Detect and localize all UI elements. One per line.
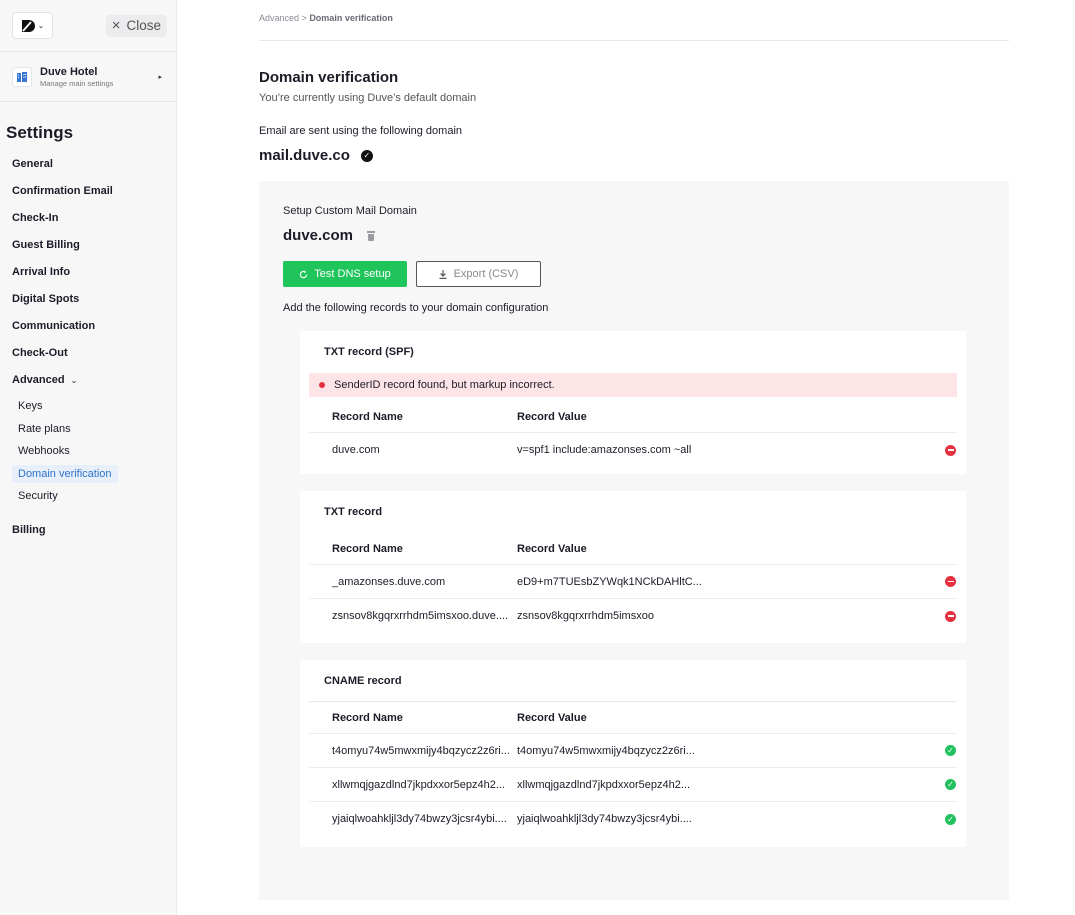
trash-icon[interactable]: [367, 230, 376, 241]
duve-logo-icon: [21, 19, 35, 32]
cname-card-title: CNAME record: [309, 660, 957, 702]
nav-subitem-webhooks[interactable]: Webhooks: [0, 440, 176, 463]
col-header-value: Record Value: [517, 711, 587, 724]
col-header-value: Record Value: [517, 542, 587, 555]
record-name: _amazonses.duve.com: [332, 575, 446, 588]
action-buttons: Test DNS setup Export (CSV): [283, 261, 985, 287]
record-value: zsnsov8kgqrxrrhdm5imsxoo: [517, 610, 654, 622]
spf-alert-text: SenderID record found, but markup incorr…: [334, 379, 555, 391]
record-value: v=spf1 include:amazonses.com ~all: [517, 444, 692, 456]
chevron-right-icon: ▸: [158, 74, 162, 81]
col-header-value: Record Value: [517, 410, 587, 423]
nav-item-advanced-label: Advanced: [12, 374, 65, 386]
nav-subitem-rate-plans[interactable]: Rate plans: [0, 418, 176, 441]
page-subtitle: You’re currently using Duve’s default do…: [259, 92, 477, 104]
record-value: t4omyu74w5mwxmijy4bqzycz2z6ri...: [517, 744, 695, 757]
record-name: yjaiqlwoahkljl3dy74bwzy3jcsr4ybi....: [332, 813, 507, 825]
nav-item-billing[interactable]: Billing: [0, 517, 176, 544]
export-csv-label: Export (CSV): [453, 268, 519, 280]
settings-nav: General Confirmation Email Check-In Gues…: [0, 151, 176, 544]
txt-card-title: TXT record: [324, 506, 383, 518]
download-icon: [439, 269, 447, 279]
nav-subitem-security[interactable]: Security: [0, 485, 176, 508]
check-status-icon: ✓: [945, 745, 956, 756]
building-icon: [12, 66, 32, 87]
error-status-icon: [945, 444, 956, 456]
nav-item-advanced[interactable]: Advanced ⌄: [0, 367, 176, 394]
nav-item-general[interactable]: General: [0, 151, 176, 178]
setup-label: Setup Custom Mail Domain: [283, 205, 417, 217]
page-title: Domain verification: [259, 69, 399, 86]
custom-domain: duve.com: [283, 227, 354, 244]
breadcrumb: Advanced > Domain verification: [259, 13, 1009, 41]
table-row: _amazonses.duve.com eD9+m7TUEsbZYWqk1NCk…: [309, 565, 957, 599]
nav-item-digital-spots[interactable]: Digital Spots: [0, 286, 176, 313]
table-row: xllwmqjgazdlnd7jkpdxxor5epz4h2... xllwmq…: [309, 768, 957, 802]
nav-item-guest-billing[interactable]: Guest Billing: [0, 232, 176, 259]
spf-error-alert: SenderID record found, but markup incorr…: [309, 373, 957, 397]
close-label: Close: [126, 18, 161, 33]
sidebar: ⌄ × Close Duve Hotel Manage main setting…: [0, 0, 177, 915]
nav-item-check-out[interactable]: Check-Out: [0, 340, 176, 367]
record-name: t4omyu74w5mwxmijy4bqzycz2z6ri...: [332, 744, 510, 757]
main-content: Advanced > Domain verification Domain ve…: [259, 0, 1009, 900]
hotel-selector[interactable]: Duve Hotel Manage main settings ▸: [0, 52, 176, 102]
col-header-name: Record Name: [332, 410, 403, 423]
record-value: yjaiqlwoahkljl3dy74bwzy3jcsr4ybi....: [517, 813, 692, 825]
table-row: t4omyu74w5mwxmijy4bqzycz2z6ri... t4omyu7…: [309, 734, 957, 768]
table-row: yjaiqlwoahkljl3dy74bwzy3jcsr4ybi.... yja…: [309, 802, 957, 836]
nav-item-communication[interactable]: Communication: [0, 313, 176, 340]
col-header-name: Record Name: [332, 542, 403, 555]
close-button[interactable]: × Close: [105, 14, 167, 37]
hotel-name: Duve Hotel: [40, 65, 98, 78]
txt-record-card: TXT record Record Name Record Value _ama…: [300, 491, 966, 643]
chevron-down-icon: ⌄: [37, 21, 45, 30]
custom-domain-row: duve.com: [283, 227, 985, 244]
email-domain-label: Email are sent using the following domai…: [259, 125, 463, 137]
nav-item-arrival-info[interactable]: Arrival Info: [0, 259, 176, 286]
current-domain-row: mail.duve.co ✓: [259, 147, 1009, 164]
chevron-down-icon: ⌄: [70, 376, 78, 385]
check-status-icon: ✓: [945, 779, 956, 790]
breadcrumb-parent[interactable]: Advanced >: [259, 13, 307, 23]
current-domain: mail.duve.co: [259, 147, 350, 164]
workspace-switcher[interactable]: ⌄: [12, 12, 53, 39]
check-status-icon: ✓: [945, 813, 956, 825]
breadcrumb-current: Domain verification: [309, 13, 393, 23]
col-header-name: Record Name: [332, 711, 403, 724]
verified-check-icon: ✓: [360, 149, 373, 162]
table-header: Record Name Record Value: [309, 702, 957, 734]
export-csv-button[interactable]: Export (CSV): [416, 261, 541, 287]
records-instruction: Add the following records to your domain…: [283, 302, 549, 314]
test-dns-label: Test DNS setup: [314, 268, 391, 280]
table-row: zsnsov8kgqrxrrhdm5imsxoo.duve.... zsnsov…: [309, 599, 957, 633]
error-status-icon: [945, 576, 956, 587]
nav-item-confirmation-email[interactable]: Confirmation Email: [0, 178, 176, 205]
record-value: eD9+m7TUEsbZYWqk1NCkDAHltC...: [517, 575, 702, 588]
spf-record-card: TXT record (SPF) SenderID record found, …: [300, 331, 966, 474]
nav-subitem-keys[interactable]: Keys: [0, 395, 176, 418]
table-header: Record Name Record Value: [309, 533, 957, 565]
record-name: zsnsov8kgqrxrrhdm5imsxoo.duve....: [332, 610, 509, 622]
spf-card-title: TXT record (SPF): [324, 346, 414, 358]
custom-domain-panel: Setup Custom Mail Domain duve.com Test D…: [259, 181, 1009, 900]
table-header: Record Name Record Value: [309, 401, 957, 433]
table-row: duve.com v=spf1 include:amazonses.com ~a…: [309, 433, 957, 467]
settings-title: Settings: [6, 123, 74, 142]
refresh-icon: [300, 269, 308, 278]
nav-item-check-in[interactable]: Check-In: [0, 205, 176, 232]
close-icon: ×: [111, 17, 121, 34]
error-status-icon: [945, 610, 956, 622]
record-name: xllwmqjgazdlnd7jkpdxxor5epz4h2...: [332, 778, 506, 791]
record-name: duve.com: [332, 444, 380, 456]
record-value: xllwmqjgazdlnd7jkpdxxor5epz4h2...: [517, 778, 691, 791]
cname-record-card: CNAME record Record Name Record Value t4…: [300, 660, 966, 847]
nav-subitem-domain-verification[interactable]: Domain verification: [0, 463, 176, 486]
sidebar-top-bar: ⌄ × Close: [0, 0, 176, 52]
hotel-subtitle: Manage main settings: [40, 78, 114, 88]
test-dns-button[interactable]: Test DNS setup: [283, 261, 407, 287]
nav-subitem-domain-verification-label: Domain verification: [12, 464, 118, 483]
error-dot-icon: [319, 382, 325, 388]
